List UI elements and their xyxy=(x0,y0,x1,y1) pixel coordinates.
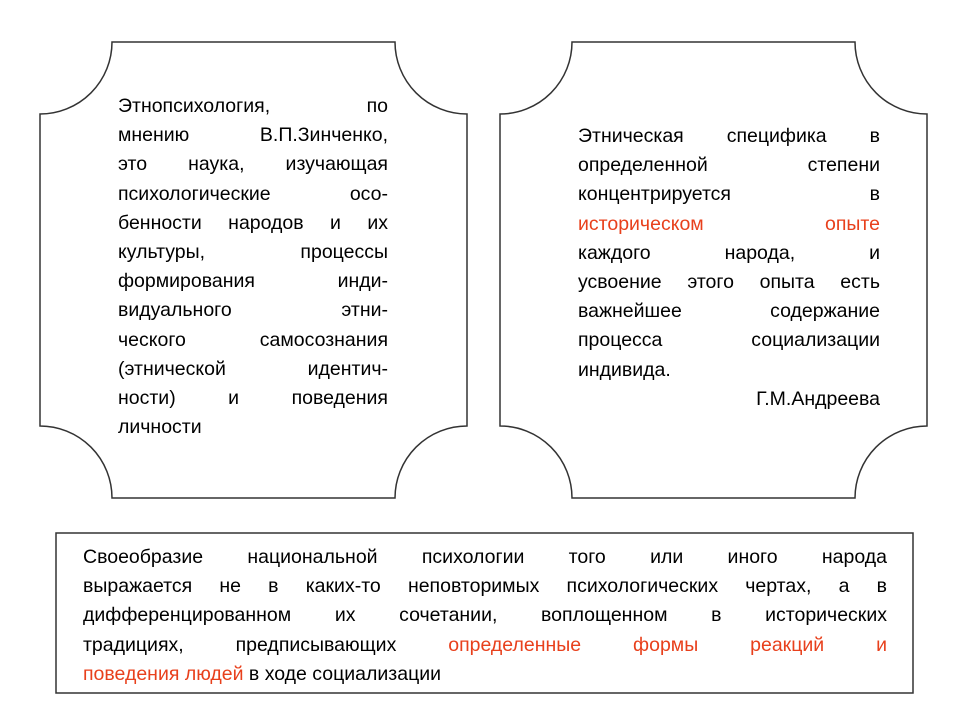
text-line: культуры, процессы xyxy=(118,238,388,267)
text-segment: культуры, процессы xyxy=(118,241,388,264)
text-line: процесса социализации xyxy=(578,326,880,355)
text-line: ности) и поведения xyxy=(118,384,388,413)
right-card-text: Этническая специфика в определенной степе… xyxy=(578,122,880,414)
text-line: формирования инди- xyxy=(118,267,388,296)
text-segment: Этнопсихология, по xyxy=(118,95,388,117)
text-segment: бенности народов и их xyxy=(118,211,388,234)
highlighted-text: определенные формы реакций и xyxy=(448,633,887,656)
text-segment: каждого народа, и xyxy=(578,241,880,264)
text-line: выражается не в каких-то неповторимых пс… xyxy=(83,572,887,601)
text-line: мнению В.П.Зинченко, xyxy=(118,121,388,150)
text-segment: Этническая специфика в xyxy=(578,125,880,147)
text-segment: личности xyxy=(118,416,202,439)
text-line: (этнической идентич- xyxy=(118,355,388,384)
text-segment: традициях, предписывающих xyxy=(83,633,449,656)
text-segment: определенной степени xyxy=(578,154,880,177)
text-segment: выражается не в каких-то неповторимых пс… xyxy=(83,575,887,598)
text-segment: психологические осо- xyxy=(118,182,388,205)
text-line: Этнопсихология, по xyxy=(118,92,388,121)
text-segment: (этнической идентич- xyxy=(118,357,388,380)
text-line: бенности народов и их xyxy=(118,209,388,238)
text-segment: усвоение этого опыта есть xyxy=(578,271,880,294)
text-line: концентрируется в xyxy=(578,180,880,209)
bottom-box-text: Своеобразие национальной психологии того… xyxy=(83,543,887,689)
text-line: ческого самосознания xyxy=(118,326,388,355)
text-segment: концентрируется в xyxy=(578,183,880,206)
text-line: поведения людей в ходе социализации xyxy=(83,660,887,689)
text-segment: видуального этни- xyxy=(118,299,388,322)
text-line: индивида. xyxy=(578,356,880,385)
text-segment: Своеобразие национальной психологии того… xyxy=(83,546,887,568)
text-segment: формирования инди- xyxy=(118,270,388,293)
text-segment: процесса социализации xyxy=(578,329,880,352)
text-segment: важнейшее содержание xyxy=(578,300,880,323)
text-line: это наука, изучающая xyxy=(118,150,388,179)
quote-author: Г.М.Андреева xyxy=(756,387,880,410)
text-line: традициях, предписывающих определенные ф… xyxy=(83,631,887,660)
text-segment: это наука, изучающая xyxy=(118,153,388,176)
text-line: психологические осо- xyxy=(118,180,388,209)
text-line: историческом опыте xyxy=(578,210,880,239)
text-line: важнейшее содержание xyxy=(578,297,880,326)
text-line: Этническая специфика в xyxy=(578,122,880,151)
text-segment: индивида. xyxy=(578,358,671,381)
text-line: личности xyxy=(118,413,388,442)
highlighted-text: поведения людей xyxy=(83,662,244,685)
text-line: каждого народа, и xyxy=(578,239,880,268)
text-segment: ческого самосознания xyxy=(118,328,388,351)
text-line: дифференцированном их сочетании, воплоще… xyxy=(83,601,887,630)
text-segment: в ходе социализации xyxy=(243,662,442,685)
left-card-text: Этнопсихология, по мнению В.П.Зинченко, эт… xyxy=(118,92,388,442)
text-segment: дифференцированном их сочетании, воплоще… xyxy=(83,604,887,627)
text-segment: ности) и поведения xyxy=(118,387,388,410)
text-line: видуального этни- xyxy=(118,296,388,325)
text-segment: мнению В.П.Зинченко, xyxy=(118,124,388,147)
text-line: усвоение этого опыта есть xyxy=(578,268,880,297)
text-line: определенной степени xyxy=(578,151,880,180)
text-line: Своеобразие национальной психологии того… xyxy=(83,543,887,572)
highlighted-text: историческом опыте xyxy=(578,212,880,235)
